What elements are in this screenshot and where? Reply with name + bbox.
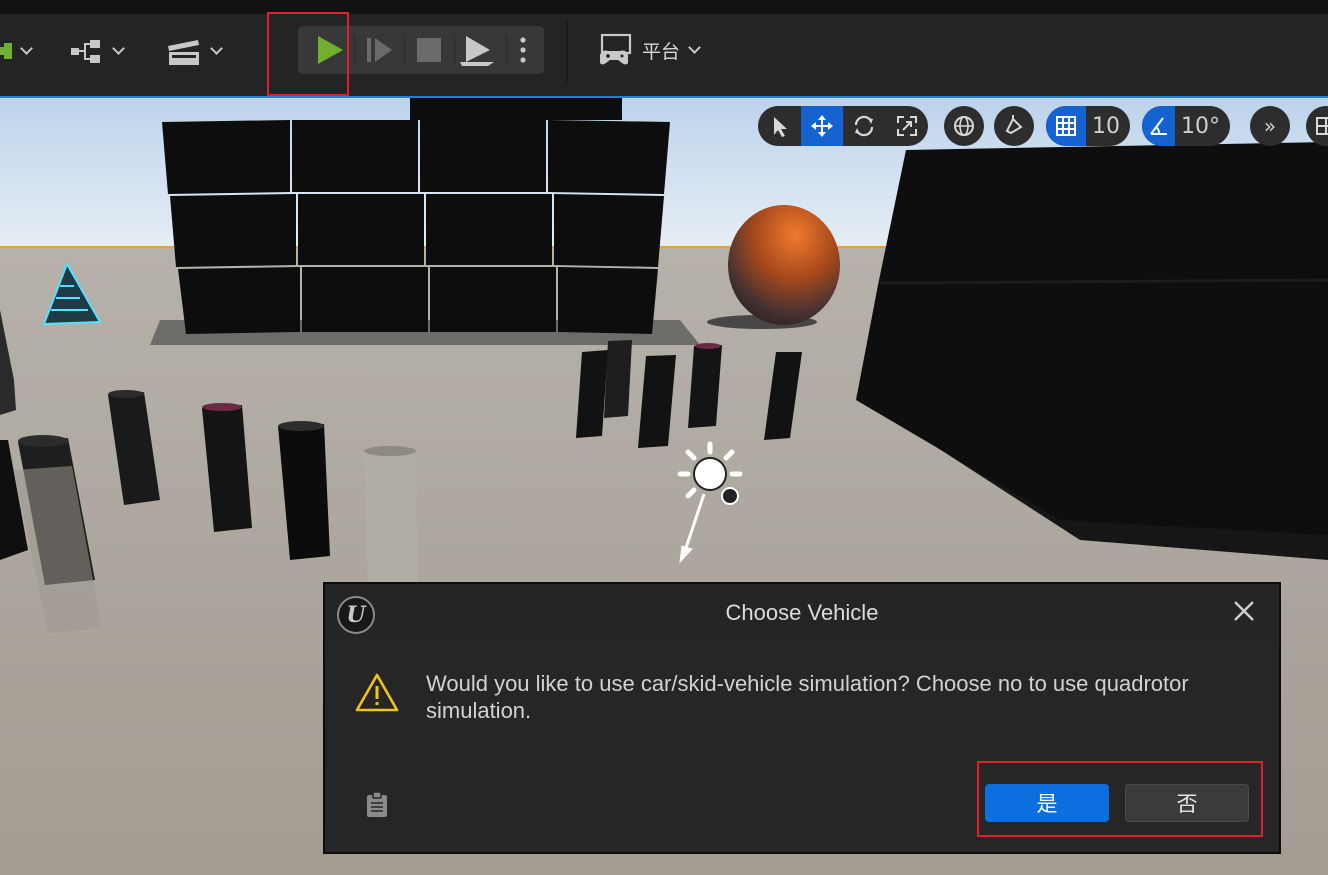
main-toolbar: 平台: [0, 14, 1328, 96]
title-strip: [0, 0, 1328, 14]
stop-button[interactable]: [404, 26, 454, 74]
gamepad-monitor-icon: [600, 33, 632, 65]
eject-icon: [460, 36, 494, 66]
globe-icon: [954, 116, 974, 136]
dark-cube-wall: [162, 96, 670, 334]
add-icon: [0, 43, 12, 59]
scale-mode-button[interactable]: [886, 106, 929, 146]
grid-snap-value[interactable]: 10: [1086, 114, 1130, 139]
add-content-button[interactable]: [0, 36, 33, 66]
unreal-editor-window: 10 10° » 平台 U Choose Vehicle Would you l…: [0, 0, 1328, 875]
dialog-buttons-highlight: [977, 761, 1263, 837]
rotation-snap-toggle[interactable]: [1142, 106, 1175, 146]
double-chevron-right-icon: »: [1263, 114, 1277, 138]
chevron-down-icon: [20, 42, 33, 55]
orange-sphere: [728, 205, 840, 325]
step-forward-icon: [367, 38, 392, 62]
angle-icon: [1149, 117, 1167, 135]
blueprints-menu-button[interactable]: [70, 36, 125, 66]
chevron-down-icon: [210, 42, 223, 55]
rotation-snap-value[interactable]: 10°: [1175, 114, 1230, 139]
surface-snap-icon: [1005, 115, 1023, 135]
platforms-menu-button[interactable]: 平台: [598, 33, 701, 66]
grid-snap-toggle[interactable]: [1046, 106, 1086, 146]
advance-frame-button[interactable]: [354, 26, 404, 74]
dialog-message: Would you like to use car/skid-vehicle s…: [426, 671, 1189, 723]
rotate-icon: [855, 115, 874, 137]
surface-snapping-button[interactable]: [994, 106, 1034, 146]
dialog-title: Choose Vehicle: [725, 600, 879, 625]
select-mode-button[interactable]: [758, 106, 801, 146]
grid-snap-group[interactable]: 10: [1046, 106, 1130, 146]
play-button-highlight: [267, 12, 349, 96]
cursor-arrow-icon: [774, 117, 788, 137]
warning-icon: [355, 673, 399, 712]
eject-button[interactable]: [452, 26, 502, 74]
viewport-focus-border: [0, 96, 1328, 98]
more-tools-button[interactable]: »: [1250, 106, 1290, 146]
translate-mode-button[interactable]: [800, 106, 843, 146]
play-options-button[interactable]: [502, 26, 544, 74]
platforms-label: 平台: [642, 40, 681, 63]
scale-icon: [896, 116, 917, 136]
kebab-menu-icon: [520, 37, 526, 63]
close-icon[interactable]: [1227, 594, 1261, 628]
layout-icon: [1316, 117, 1328, 135]
clapperboard-icon: [168, 40, 199, 65]
chevron-down-icon: [112, 42, 125, 55]
rotate-mode-button[interactable]: [843, 106, 886, 146]
blueprint-icon: [71, 40, 100, 63]
rotation-snap-group[interactable]: 10°: [1142, 106, 1230, 146]
world-local-toggle[interactable]: [944, 106, 984, 146]
cinematics-menu-button[interactable]: [166, 36, 223, 66]
transform-mode-group: [758, 106, 928, 146]
move-arrows-icon: [810, 115, 833, 137]
chevron-down-icon: [688, 41, 701, 54]
stop-icon: [417, 38, 441, 62]
grid-icon: [1056, 116, 1076, 136]
clipboard-icon[interactable]: [365, 790, 389, 818]
